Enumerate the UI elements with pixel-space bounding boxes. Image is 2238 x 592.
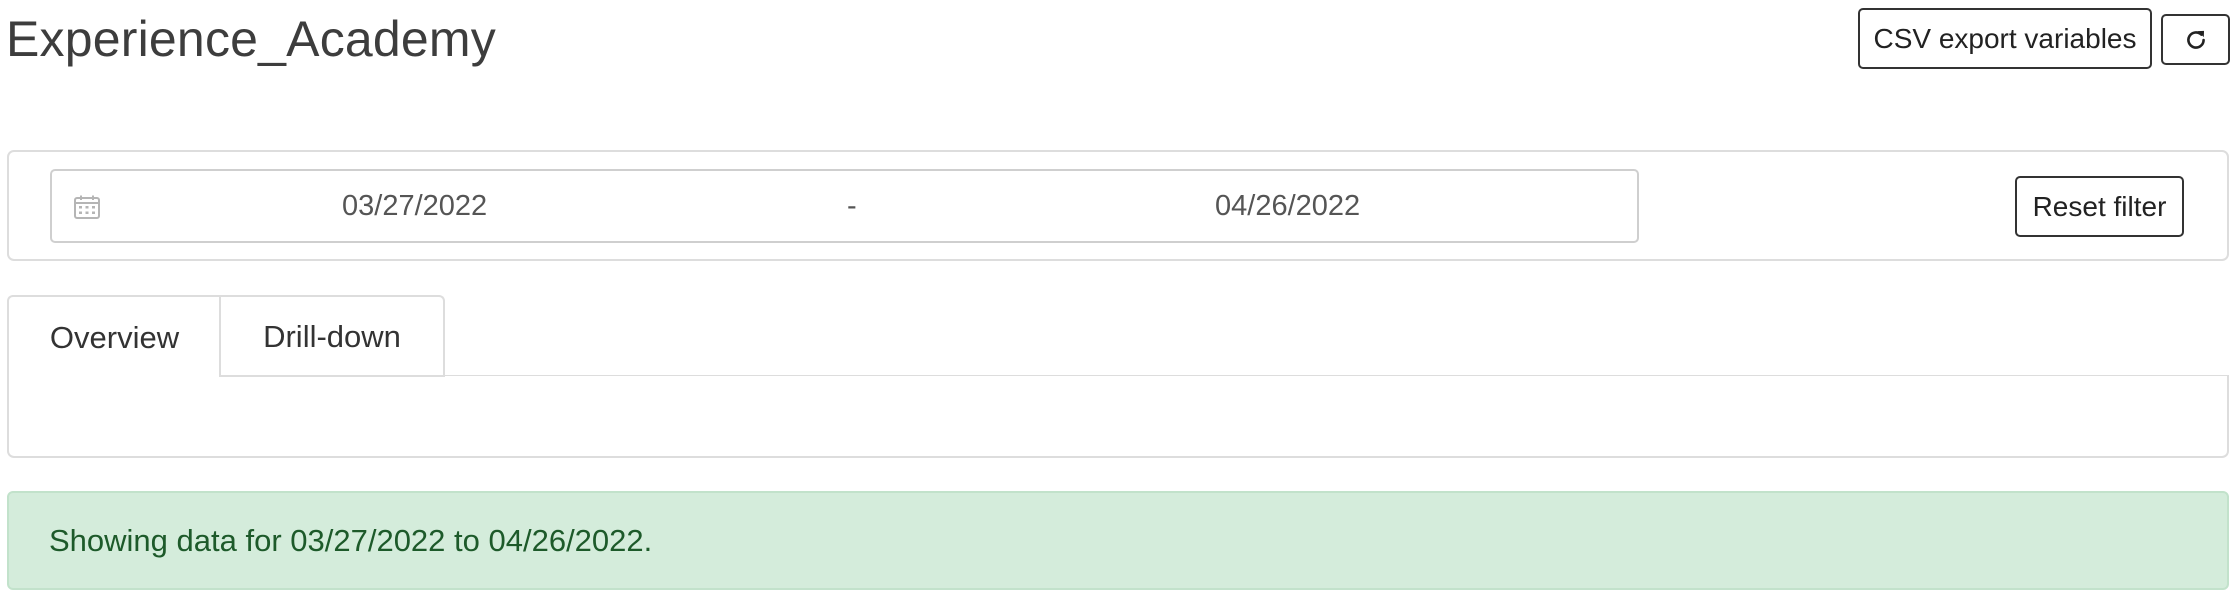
date-separator: - xyxy=(847,190,857,222)
date-range-picker[interactable]: 03/27/2022 - 04/26/2022 xyxy=(50,169,1639,243)
filter-panel: 03/27/2022 - 04/26/2022 Reset filter xyxy=(7,150,2229,261)
refresh-icon xyxy=(2186,30,2205,49)
calendar-icon xyxy=(74,195,100,219)
tab-drill-down-underline xyxy=(219,375,445,377)
refresh-button[interactable] xyxy=(2161,14,2230,65)
tab-overview[interactable]: Overview xyxy=(7,295,220,378)
tab-drill-down[interactable]: Drill-down xyxy=(219,295,445,377)
active-tab-gap xyxy=(9,375,219,377)
alert-message: Showing data for 03/27/2022 to 04/26/202… xyxy=(49,522,653,558)
reset-filter-button[interactable]: Reset filter xyxy=(2015,176,2184,237)
start-date-input[interactable]: 03/27/2022 xyxy=(342,171,487,241)
tab-content-panel xyxy=(7,376,2229,458)
csv-export-button[interactable]: CSV export variables xyxy=(1858,8,2152,69)
end-date-input[interactable]: 04/26/2022 xyxy=(1215,171,1360,241)
info-alert: Showing data for 03/27/2022 to 04/26/202… xyxy=(7,491,2229,590)
page-title: Experience_Academy xyxy=(6,11,496,67)
